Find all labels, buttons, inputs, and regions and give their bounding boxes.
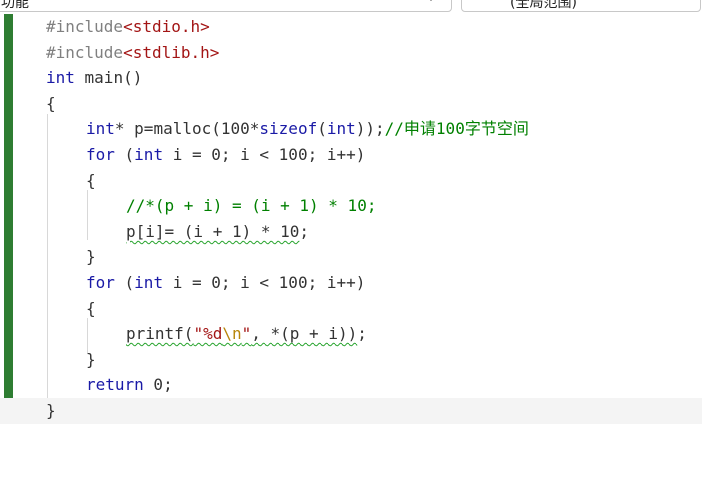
code-token: "%d — [193, 324, 223, 344]
scope-dropdown[interactable]: (全局范围) — [461, 0, 701, 12]
code-token: int — [134, 144, 164, 164]
code-line-text: int main() — [46, 65, 142, 91]
code-line-text: { — [86, 296, 96, 322]
code-token: ; — [299, 221, 310, 241]
code-token: 0; — [143, 375, 173, 395]
code-line[interactable]: for (int i = 0; i < 100; i++) — [0, 142, 702, 168]
code-token: ( — [317, 119, 327, 139]
code-token: ( — [114, 272, 135, 292]
code-token: { — [86, 170, 96, 190]
code-token: } — [46, 400, 56, 420]
code-line[interactable]: int main() — [0, 65, 702, 91]
code-token: #include — [46, 42, 124, 62]
code-token: } — [86, 247, 96, 267]
code-token: printf( — [126, 324, 194, 344]
code-line-text: //*(p + i) = (i + 1) * 10; — [126, 193, 376, 219]
code-token: <stdio.h> — [123, 17, 210, 36]
code-line[interactable]: } — [0, 347, 702, 373]
code-token: } — [86, 349, 96, 369]
code-token: for — [86, 144, 115, 164]
code-token: int — [326, 119, 356, 139]
chevron-down-icon[interactable] — [425, 0, 437, 4]
scope-dropdown-label: (全局范围) — [510, 0, 577, 11]
code-token: int — [86, 119, 115, 139]
code-token: //申请100字节空间 — [384, 119, 529, 139]
code-line-text: #include<stdlib.h> — [46, 40, 219, 66]
code-line[interactable]: { — [0, 296, 702, 322]
code-line[interactable]: printf("%d\n", *(p + i)); — [0, 321, 702, 347]
code-token: p[i]= (i + 1) * 10 — [126, 221, 300, 241]
code-token: , *(p + i)) — [251, 324, 358, 344]
code-line[interactable]: int* p=malloc(100*sizeof(int));//申请100字节… — [0, 116, 702, 142]
code-token: )); — [355, 119, 385, 139]
code-token: int — [134, 272, 164, 292]
code-line[interactable]: //*(p + i) = (i + 1) * 10; — [0, 193, 702, 219]
code-line[interactable]: } — [0, 397, 702, 424]
code-line-text: for (int i = 0; i < 100; i++) — [86, 270, 365, 296]
code-token: //*(p + i) = (i + 1) * 10; — [126, 196, 377, 216]
member-dropdown[interactable]: 功能 — [0, 0, 452, 12]
code-line-text: printf("%d\n", *(p + i)); — [126, 321, 367, 347]
code-line-text: { — [86, 168, 96, 194]
code-line-text: } — [46, 398, 56, 424]
code-token: int — [46, 68, 75, 88]
code-line-text: #include<stdio.h> — [46, 14, 210, 40]
code-line-text: int* p=malloc(100*sizeof(int));//申请100字节… — [86, 116, 529, 142]
code-line-text: p[i]= (i + 1) * 10; — [126, 219, 309, 245]
code-token: \n — [222, 324, 242, 344]
code-token: return — [86, 375, 144, 395]
code-line-text: } — [86, 244, 96, 270]
navigation-bar: 功能 (全局范围) — [0, 0, 702, 14]
code-line[interactable]: #include<stdio.h> — [0, 14, 702, 40]
code-token: i = 0; i < 100; i++) — [163, 272, 366, 292]
code-token: i = 0; i < 100; i++) — [163, 144, 366, 164]
code-token: <stdlib.h> — [123, 42, 220, 62]
code-line[interactable]: { — [0, 168, 702, 194]
code-line[interactable]: for (int i = 0; i < 100; i++) — [0, 270, 702, 296]
code-line[interactable]: p[i]= (i + 1) * 10; — [0, 219, 702, 245]
code-token: main() — [74, 68, 143, 88]
code-line[interactable]: } — [0, 244, 702, 270]
code-line-text: } — [86, 347, 96, 373]
code-token: for — [86, 272, 115, 292]
code-token: * p=malloc(100* — [114, 119, 260, 139]
code-token: sizeof — [259, 119, 318, 139]
code-line-text: return 0; — [86, 372, 173, 398]
code-token: " — [241, 324, 252, 344]
member-dropdown-label: 功能 — [1, 0, 29, 11]
code-line-text: { — [46, 91, 56, 117]
code-line[interactable]: { — [0, 91, 702, 117]
code-token: ( — [114, 144, 135, 164]
code-line[interactable]: #include<stdlib.h> — [0, 40, 702, 66]
code-token: { — [46, 93, 56, 113]
code-editor[interactable]: #include<stdio.h> #include<stdlib.h> int m… — [0, 14, 702, 424]
code-line[interactable]: return 0; — [0, 372, 702, 398]
code-token: { — [86, 298, 96, 318]
code-line-text: for (int i = 0; i < 100; i++) — [86, 142, 365, 168]
code-token: #include — [46, 17, 124, 36]
code-token: ; — [357, 324, 367, 344]
